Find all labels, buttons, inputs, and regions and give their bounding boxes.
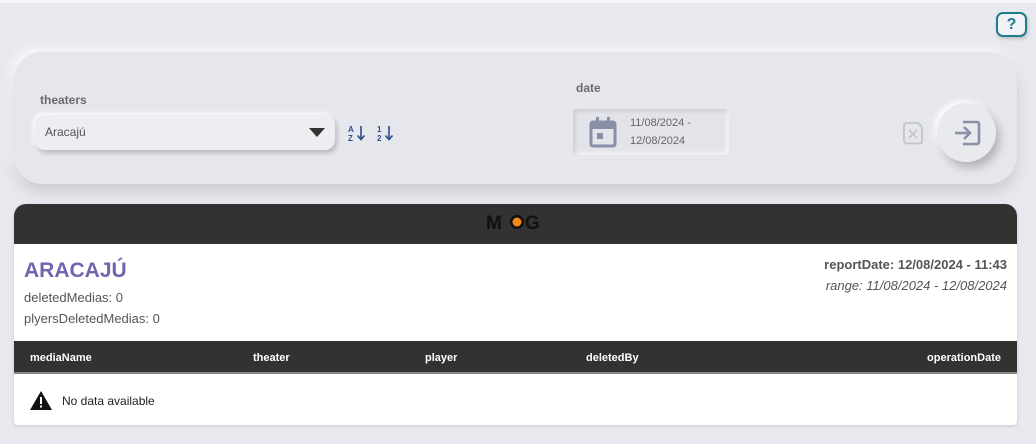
theater-select[interactable]: Aracajú xyxy=(35,115,335,150)
top-border xyxy=(0,0,1036,3)
warning-icon xyxy=(30,391,52,410)
players-deleted-medias-count: plyersDeletedMedias: 0 xyxy=(24,311,160,326)
calendar-icon xyxy=(589,117,617,148)
report-header: M G xyxy=(14,204,1017,244)
date-start: 11/08/2024 - xyxy=(630,117,691,129)
generate-report-button[interactable] xyxy=(937,103,996,162)
svg-text:A: A xyxy=(348,125,354,134)
exit-icon xyxy=(954,120,980,145)
table-header: mediaName theater player deletedBy opera… xyxy=(14,341,1017,374)
sort-alpha-icon[interactable]: A Z xyxy=(348,124,368,142)
filter-panel: theaters Aracajú A Z 1 2 date 11/08/2024… xyxy=(14,52,1017,184)
caret-down-icon[interactable] xyxy=(309,128,325,137)
logo-mark: M G xyxy=(486,213,540,234)
date-end: 12/08/2024 xyxy=(630,135,686,147)
date-label: date xyxy=(576,81,601,95)
help-button[interactable]: ? xyxy=(996,12,1027,37)
column-theater[interactable]: theater xyxy=(253,352,290,364)
date-range-picker[interactable]: 11/08/2024 - 12/08/2024 xyxy=(573,109,729,155)
deleted-medias-count: deletedMedias: 0 xyxy=(24,290,124,305)
report-card: M G ARACAJÚ deletedMedias: 0 plyersDelet… xyxy=(14,204,1017,425)
column-media-name[interactable]: mediaName xyxy=(30,352,92,364)
svg-text:2: 2 xyxy=(377,134,382,142)
theater-select-value: Aracajú xyxy=(45,125,86,139)
svg-text:M: M xyxy=(486,213,502,233)
clear-filter-icon[interactable] xyxy=(902,121,924,145)
column-operation-date[interactable]: operationDate xyxy=(927,352,1001,364)
column-deleted-by[interactable]: deletedBy xyxy=(586,352,639,364)
help-icon: ? xyxy=(1006,15,1017,33)
report-title: ARACAJÚ xyxy=(24,259,127,282)
column-player[interactable]: player xyxy=(425,352,457,364)
svg-text:Z: Z xyxy=(348,134,353,142)
report-range: range: 11/08/2024 - 12/08/2024 xyxy=(825,278,1007,293)
sort-numeric-icon[interactable]: 1 2 xyxy=(377,124,397,142)
theaters-label: theaters xyxy=(40,93,87,107)
empty-message: No data available xyxy=(62,393,155,408)
svg-text:G: G xyxy=(525,213,540,233)
report-date: reportDate: 12/08/2024 - 11:43 xyxy=(824,257,1007,272)
empty-state: No data available xyxy=(30,391,155,410)
mog-logo: M G xyxy=(483,210,548,238)
svg-text:1: 1 xyxy=(377,125,382,134)
